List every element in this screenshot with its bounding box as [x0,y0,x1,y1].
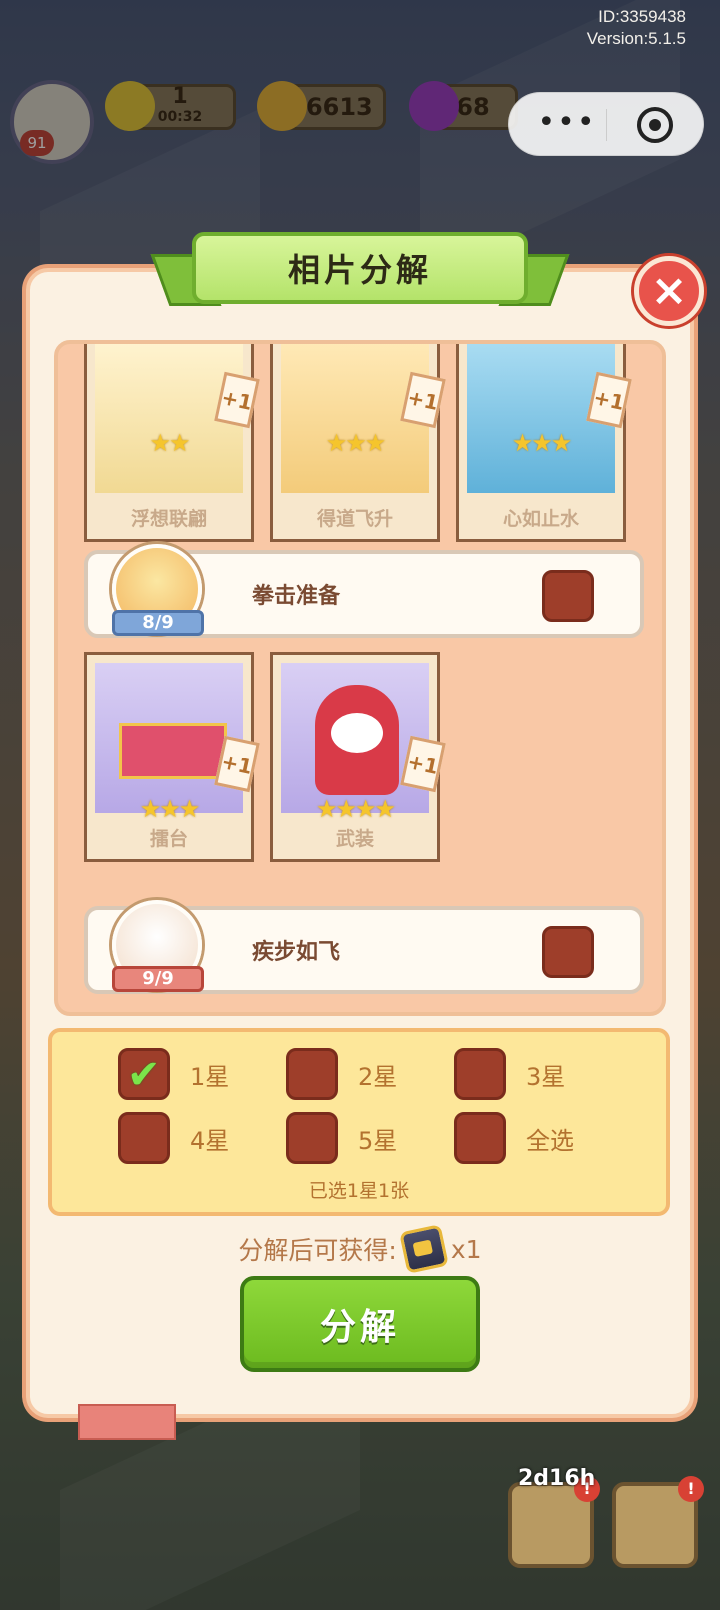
card-name: 得道飞升 [316,508,393,530]
filter-checkbox[interactable] [286,1048,338,1100]
filter-label: 2星 [358,1062,398,1091]
filter-label: 5星 [358,1126,398,1155]
set-row[interactable]: 8/9 拳击准备 [84,544,644,638]
card-stars: ★★★ [325,429,387,457]
photo-card[interactable]: ★★★ +1 心如止水 [456,344,632,542]
filter-checkbox[interactable] [118,1112,170,1164]
filter-select-all[interactable]: 全选 [454,1112,574,1164]
mini-program-capsule: ••• [508,92,704,156]
set-progress: 8/9 [112,610,204,636]
card-stars: ★★★ [139,795,201,823]
dialog-title-ribbon: 相片分解 [150,232,570,316]
reward-prefix: 分解后可获得: [238,1236,397,1265]
filter-label: 4星 [190,1126,230,1155]
filter-checkbox[interactable] [454,1112,506,1164]
selected-summary: 已选1星1张 [308,1180,410,1202]
dialog-title: 相片分解 [192,232,528,304]
set-checkbox[interactable] [542,926,594,978]
filter-checkbox[interactable] [286,1112,338,1164]
set-badge-runner-icon: 9/9 [112,900,204,992]
filter-label: 3星 [526,1062,566,1091]
photo-card[interactable]: ★★ +1 浮想联翩 [84,344,260,542]
filter-checkbox[interactable]: ✔ [118,1048,170,1100]
player-id: ID:3359438 [598,7,686,26]
card-stars: ★★ [149,429,190,457]
photo-card[interactable]: ★★★ +1 得道飞升 [270,344,446,542]
filter-5-star[interactable]: 5星 [286,1112,397,1164]
card-name: 心如止水 [502,508,579,530]
boxing-ring-icon [119,723,227,779]
notification-badge: ! [678,1476,704,1502]
reward-preview: 分解后可获得: x1 [0,1224,720,1274]
close-button[interactable]: × [634,256,704,326]
photo-card[interactable]: ★★★★ +1 武装 [270,652,446,862]
card-list[interactable]: ★★ +1 浮想联翩 ★★★ +1 得道飞升 ★★★ +1 心如止水 8/9 拳… [54,340,666,1016]
card-art [95,663,243,813]
filter-checkbox[interactable] [454,1048,506,1100]
filter-label: 1星 [190,1062,230,1091]
filter-4-star[interactable]: 4星 [118,1112,229,1164]
checkmark-icon: ✔ [127,1052,161,1098]
album-timer: 2d16h [518,1466,596,1491]
card-name: 浮想联翩 [130,508,207,530]
set-checkbox[interactable] [542,570,594,622]
star-filter-panel: ✔ 1星 2星 3星 4星 5星 全选 已选1星1张 [48,1028,670,1216]
album-button[interactable]: ! [508,1476,600,1568]
set-progress: 9/9 [112,966,204,992]
reward-quantity: x1 [450,1234,482,1264]
card-art [281,663,429,813]
duck-face-icon [331,713,383,753]
filter-3-star[interactable]: 3星 [454,1048,565,1100]
more-icon[interactable]: ••• [537,108,597,138]
set-row[interactable]: 9/9 疾步如飞 [84,900,644,994]
film-roll-icon [398,1224,449,1274]
filter-label: 全选 [526,1126,574,1155]
card-name: 擂台 [149,828,188,850]
friends-button[interactable]: ! [612,1476,704,1568]
set-name: 拳击准备 [252,584,341,609]
ribbon-bookmark [78,1404,176,1440]
version-label: Version:5.1.5 [586,29,686,48]
card-name: 武装 [335,828,374,850]
status-info: ID:3359438 Version:5.1.5 [587,6,686,50]
capsule-divider [606,109,607,141]
filter-1-star[interactable]: ✔ 1星 [118,1048,229,1100]
set-name: 疾步如飞 [252,940,341,965]
exit-icon[interactable] [637,107,673,143]
card-stars: ★★★★ [315,795,396,823]
filter-2-star[interactable]: 2星 [286,1048,397,1100]
photo-card[interactable]: ★★★ +1 擂台 [84,652,260,862]
set-badge-boxing-icon: 8/9 [112,544,204,636]
decompose-button[interactable]: 分解 [240,1276,480,1372]
card-stars: ★★★ [511,429,573,457]
